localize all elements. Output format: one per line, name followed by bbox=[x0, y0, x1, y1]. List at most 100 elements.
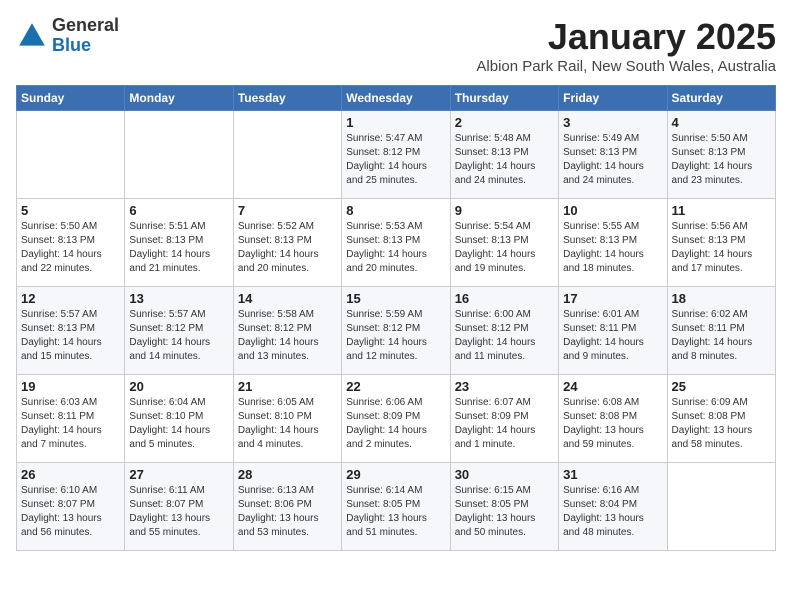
cell-info: Sunrise: 6:16 AM Sunset: 8:04 PM Dayligh… bbox=[563, 484, 662, 540]
calendar-cell: 11 Sunrise: 5:56 AM Sunset: 8:13 PM Dayli… bbox=[667, 199, 775, 287]
day-number: 14 bbox=[238, 291, 337, 306]
weekday-header: Wednesday bbox=[342, 86, 450, 111]
calendar-cell: 20 Sunrise: 6:04 AM Sunset: 8:10 PM Dayli… bbox=[125, 375, 233, 463]
cell-info: Sunrise: 5:48 AM Sunset: 8:13 PM Dayligh… bbox=[455, 132, 554, 188]
calendar-cell: 24 Sunrise: 6:08 AM Sunset: 8:08 PM Dayli… bbox=[559, 375, 667, 463]
weekday-header: Saturday bbox=[667, 86, 775, 111]
weekday-header: Friday bbox=[559, 86, 667, 111]
cell-info: Sunrise: 6:01 AM Sunset: 8:11 PM Dayligh… bbox=[563, 308, 662, 364]
day-number: 29 bbox=[346, 467, 445, 482]
weekday-header: Monday bbox=[125, 86, 233, 111]
cell-info: Sunrise: 6:07 AM Sunset: 8:09 PM Dayligh… bbox=[455, 396, 554, 452]
calendar-cell: 3 Sunrise: 5:49 AM Sunset: 8:13 PM Daylig… bbox=[559, 111, 667, 199]
title-block: January 2025 Albion Park Rail, New South… bbox=[476, 16, 776, 75]
calendar-cell: 8 Sunrise: 5:53 AM Sunset: 8:13 PM Daylig… bbox=[342, 199, 450, 287]
calendar-cell: 9 Sunrise: 5:54 AM Sunset: 8:13 PM Daylig… bbox=[450, 199, 558, 287]
day-number: 8 bbox=[346, 203, 445, 218]
day-number: 1 bbox=[346, 115, 445, 130]
day-number: 30 bbox=[455, 467, 554, 482]
calendar-week-row: 12Sunrise: 5:57 AM Sunset: 8:13 PM Dayli… bbox=[17, 287, 776, 375]
calendar-cell: 16 Sunrise: 6:00 AM Sunset: 8:12 PM Dayli… bbox=[450, 287, 558, 375]
day-number: 28 bbox=[238, 467, 337, 482]
calendar-week-row: 19 Sunrise: 6:03 AM Sunset: 8:11 PM Dayli… bbox=[17, 375, 776, 463]
cell-info: Sunrise: 5:54 AM Sunset: 8:13 PM Dayligh… bbox=[455, 220, 554, 276]
calendar-cell: 18Sunrise: 6:02 AM Sunset: 8:11 PM Dayli… bbox=[667, 287, 775, 375]
day-number: 6 bbox=[129, 203, 228, 218]
day-number: 15 bbox=[346, 291, 445, 306]
day-number: 24 bbox=[563, 379, 662, 394]
calendar-cell: 2 Sunrise: 5:48 AM Sunset: 8:13 PM Daylig… bbox=[450, 111, 558, 199]
day-number: 31 bbox=[563, 467, 662, 482]
calendar-cell: 28 Sunrise: 6:13 AM Sunset: 8:06 PM Dayli… bbox=[233, 463, 341, 551]
cell-info: Sunrise: 6:08 AM Sunset: 8:08 PM Dayligh… bbox=[563, 396, 662, 452]
day-number: 22 bbox=[346, 379, 445, 394]
cell-info: Sunrise: 5:51 AM Sunset: 8:13 PM Dayligh… bbox=[129, 220, 228, 276]
calendar-cell: 1 Sunrise: 5:47 AM Sunset: 8:12 PM Daylig… bbox=[342, 111, 450, 199]
day-number: 21 bbox=[238, 379, 337, 394]
day-number: 19 bbox=[21, 379, 120, 394]
calendar-cell: 10 Sunrise: 5:55 AM Sunset: 8:13 PM Dayli… bbox=[559, 199, 667, 287]
cell-info: Sunrise: 6:15 AM Sunset: 8:05 PM Dayligh… bbox=[455, 484, 554, 540]
cell-info: Sunrise: 5:49 AM Sunset: 8:13 PM Dayligh… bbox=[563, 132, 662, 188]
calendar-cell: 22 Sunrise: 6:06 AM Sunset: 8:09 PM Dayli… bbox=[342, 375, 450, 463]
cell-info: Sunrise: 5:58 AM Sunset: 8:12 PM Dayligh… bbox=[238, 308, 337, 364]
calendar-cell: 25Sunrise: 6:09 AM Sunset: 8:08 PM Dayli… bbox=[667, 375, 775, 463]
cell-info: Sunrise: 6:04 AM Sunset: 8:10 PM Dayligh… bbox=[129, 396, 228, 452]
cell-info: Sunrise: 5:52 AM Sunset: 8:13 PM Dayligh… bbox=[238, 220, 337, 276]
cell-info: Sunrise: 6:10 AM Sunset: 8:07 PM Dayligh… bbox=[21, 484, 120, 540]
calendar-cell: 19 Sunrise: 6:03 AM Sunset: 8:11 PM Dayli… bbox=[17, 375, 125, 463]
cell-info: Sunrise: 6:11 AM Sunset: 8:07 PM Dayligh… bbox=[129, 484, 228, 540]
calendar-cell: 4 Sunrise: 5:50 AM Sunset: 8:13 PM Daylig… bbox=[667, 111, 775, 199]
calendar-cell bbox=[233, 111, 341, 199]
day-number: 11 bbox=[672, 203, 771, 218]
calendar-cell: 30 Sunrise: 6:15 AM Sunset: 8:05 PM Dayli… bbox=[450, 463, 558, 551]
cell-info: Sunrise: 6:00 AM Sunset: 8:12 PM Dayligh… bbox=[455, 308, 554, 364]
logo-general: General bbox=[52, 16, 119, 36]
location: Albion Park Rail, New South Wales, Austr… bbox=[476, 58, 776, 75]
calendar-week-row: 1 Sunrise: 5:47 AM Sunset: 8:12 PM Daylig… bbox=[17, 111, 776, 199]
cell-info: Sunrise: 5:59 AM Sunset: 8:12 PM Dayligh… bbox=[346, 308, 445, 364]
cell-info: Sunrise: 5:50 AM Sunset: 8:13 PM Dayligh… bbox=[21, 220, 120, 276]
cell-info: Sunrise: 5:50 AM Sunset: 8:13 PM Dayligh… bbox=[672, 132, 771, 188]
calendar-cell: 7Sunrise: 5:52 AM Sunset: 8:13 PM Daylig… bbox=[233, 199, 341, 287]
logo: General Blue bbox=[16, 16, 119, 56]
logo-text: General Blue bbox=[52, 16, 119, 56]
calendar-table: SundayMondayTuesdayWednesdayThursdayFrid… bbox=[16, 85, 776, 551]
page-header: General Blue January 2025 Albion Park Ra… bbox=[16, 16, 776, 75]
weekday-header: Tuesday bbox=[233, 86, 341, 111]
cell-info: Sunrise: 5:47 AM Sunset: 8:12 PM Dayligh… bbox=[346, 132, 445, 188]
calendar-cell bbox=[17, 111, 125, 199]
cell-info: Sunrise: 5:56 AM Sunset: 8:13 PM Dayligh… bbox=[672, 220, 771, 276]
cell-info: Sunrise: 5:55 AM Sunset: 8:13 PM Dayligh… bbox=[563, 220, 662, 276]
cell-info: Sunrise: 6:06 AM Sunset: 8:09 PM Dayligh… bbox=[346, 396, 445, 452]
day-number: 5 bbox=[21, 203, 120, 218]
cell-info: Sunrise: 6:03 AM Sunset: 8:11 PM Dayligh… bbox=[21, 396, 120, 452]
day-number: 3 bbox=[563, 115, 662, 130]
day-number: 20 bbox=[129, 379, 228, 394]
weekday-row: SundayMondayTuesdayWednesdayThursdayFrid… bbox=[17, 86, 776, 111]
cell-info: Sunrise: 5:53 AM Sunset: 8:13 PM Dayligh… bbox=[346, 220, 445, 276]
logo-icon bbox=[16, 20, 48, 52]
day-number: 23 bbox=[455, 379, 554, 394]
weekday-header: Sunday bbox=[17, 86, 125, 111]
month-title: January 2025 bbox=[476, 16, 776, 58]
calendar-cell: 31 Sunrise: 6:16 AM Sunset: 8:04 PM Dayli… bbox=[559, 463, 667, 551]
day-number: 17 bbox=[563, 291, 662, 306]
day-number: 10 bbox=[563, 203, 662, 218]
calendar-cell: 29Sunrise: 6:14 AM Sunset: 8:05 PM Dayli… bbox=[342, 463, 450, 551]
calendar-cell: 17 Sunrise: 6:01 AM Sunset: 8:11 PM Dayli… bbox=[559, 287, 667, 375]
day-number: 9 bbox=[455, 203, 554, 218]
calendar-cell: 26 Sunrise: 6:10 AM Sunset: 8:07 PM Dayli… bbox=[17, 463, 125, 551]
day-number: 13 bbox=[129, 291, 228, 306]
calendar-header: SundayMondayTuesdayWednesdayThursdayFrid… bbox=[17, 86, 776, 111]
calendar-body: 1 Sunrise: 5:47 AM Sunset: 8:12 PM Daylig… bbox=[17, 111, 776, 551]
day-number: 12 bbox=[21, 291, 120, 306]
day-number: 2 bbox=[455, 115, 554, 130]
calendar-cell bbox=[667, 463, 775, 551]
cell-info: Sunrise: 6:13 AM Sunset: 8:06 PM Dayligh… bbox=[238, 484, 337, 540]
cell-info: Sunrise: 5:57 AM Sunset: 8:12 PM Dayligh… bbox=[129, 308, 228, 364]
day-number: 4 bbox=[672, 115, 771, 130]
day-number: 26 bbox=[21, 467, 120, 482]
day-number: 16 bbox=[455, 291, 554, 306]
calendar-cell: 21Sunrise: 6:05 AM Sunset: 8:10 PM Dayli… bbox=[233, 375, 341, 463]
